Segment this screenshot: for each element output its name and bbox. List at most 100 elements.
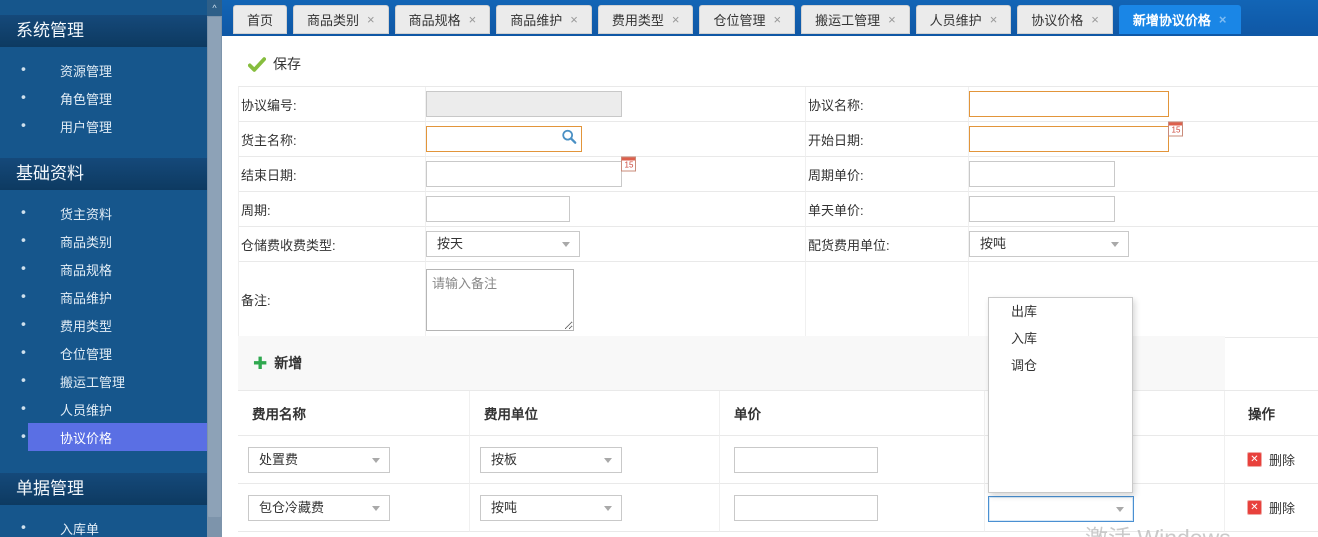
tab-label: 商品规格 xyxy=(409,10,461,29)
close-icon[interactable]: × xyxy=(1091,13,1099,26)
sidebar-item-role-mgmt[interactable]: • 角色管理 xyxy=(0,84,207,112)
sidebar-item-goods-spec[interactable]: • 商品规格 xyxy=(0,255,207,283)
sidebar-item-label: 仓位管理 xyxy=(60,344,112,363)
bullet-icon: • xyxy=(21,400,26,416)
bullet-icon: • xyxy=(21,372,26,388)
remark-textarea[interactable] xyxy=(426,269,574,331)
sidebar-section-basic-data: 基础资料 xyxy=(0,158,207,190)
sidebar-item-label: 角色管理 xyxy=(60,89,112,108)
fee-name-select[interactable]: 处置费 xyxy=(248,447,390,473)
bullet-icon: • xyxy=(21,61,26,77)
tab-home[interactable]: 首页 xyxy=(233,5,287,34)
tab-goods-category[interactable]: 商品类别 × xyxy=(293,5,389,34)
bullet-icon: • xyxy=(21,232,26,248)
delivery-fee-unit-select[interactable]: 按吨 xyxy=(969,231,1129,257)
tab-goods-spec[interactable]: 商品规格 × xyxy=(395,5,491,34)
dropdown-option-transfer[interactable]: 调仓 xyxy=(989,352,1132,379)
sidebar-item-bin-mgmt[interactable]: • 仓位管理 xyxy=(0,339,207,367)
tab-fee-type[interactable]: 费用类型 × xyxy=(598,5,694,34)
close-icon[interactable]: × xyxy=(469,13,477,26)
sidebar-scrollbar[interactable]: ^ xyxy=(207,0,222,537)
calendar-icon[interactable]: 15 xyxy=(1168,121,1183,136)
main-content: 保存 协议编号: 协议名称: 货主名称: 开始日期: xyxy=(222,36,1318,537)
tab-goods-maint[interactable]: 商品维护 × xyxy=(496,5,592,34)
col-action: 操作 xyxy=(1225,391,1318,436)
close-icon[interactable]: × xyxy=(990,13,998,26)
agreement-name-field[interactable] xyxy=(969,91,1169,117)
sidebar-item-agreement-price[interactable]: • 协议价格 xyxy=(0,423,207,451)
close-icon[interactable]: × xyxy=(773,13,781,26)
scroll-up-icon[interactable]: ^ xyxy=(207,0,222,16)
end-date-field[interactable] xyxy=(426,161,622,187)
fee-name-select[interactable]: 包仓冷藏费 xyxy=(248,495,390,521)
sidebar-item-goods-category[interactable]: • 商品类别 xyxy=(0,227,207,255)
fee-unit-select[interactable]: 按吨 xyxy=(480,495,622,521)
plus-icon: ✚ xyxy=(253,355,267,372)
close-icon[interactable]: × xyxy=(1219,13,1227,26)
scrollbar-thumb[interactable] xyxy=(208,17,221,517)
sidebar-item-inbound-order[interactable]: • 入库单 xyxy=(0,514,207,537)
tab-label: 人员维护 xyxy=(930,10,982,29)
delivery-fee-unit-label: 配货费用单位: xyxy=(806,235,890,254)
dropdown-option-outbound[interactable]: 出库 xyxy=(989,298,1132,325)
sidebar-item-fee-type[interactable]: • 费用类型 xyxy=(0,311,207,339)
tab-label: 首页 xyxy=(247,10,273,29)
sidebar-item-label: 资源管理 xyxy=(60,61,112,80)
sidebar-item-personnel-maint[interactable]: • 人员维护 xyxy=(0,395,207,423)
tab-agreement-price[interactable]: 协议价格 × xyxy=(1017,5,1113,34)
unit-price-input[interactable] xyxy=(734,447,878,473)
sidebar-item-label: 人员维护 xyxy=(60,400,112,419)
close-icon[interactable]: × xyxy=(570,13,578,26)
sidebar-item-label: 商品类别 xyxy=(60,232,112,251)
bullet-icon: • xyxy=(21,428,26,444)
tab-bar: 首页 商品类别 × 商品规格 × 商品维护 × 费用类型 × 仓位管理 × 搬运… xyxy=(222,0,1318,36)
save-button[interactable]: 保存 xyxy=(248,54,301,74)
owner-name-field[interactable] xyxy=(426,126,582,152)
fee-table-header: 费用名称 费用单位 单价 操作 xyxy=(238,390,1318,436)
sidebar-item-label: 费用类型 xyxy=(60,316,112,335)
close-icon[interactable]: × xyxy=(367,13,375,26)
sidebar-item-owner-data[interactable]: • 货主资料 xyxy=(0,199,207,227)
fee-table-row: 包仓冷藏费 按吨 ✕ 删除 xyxy=(238,484,1318,532)
unit-price-input[interactable] xyxy=(734,495,878,521)
fee-type-select[interactable] xyxy=(988,496,1134,522)
delete-row-button[interactable]: ✕ 删除 xyxy=(1247,498,1295,517)
tab-label: 新增协议价格 xyxy=(1133,10,1211,29)
fee-table-row: 处置费 按板 ✕ 删除 xyxy=(238,436,1318,484)
calendar-icon[interactable]: 15 xyxy=(621,156,636,171)
sidebar-item-label: 搬运工管理 xyxy=(60,372,125,391)
fee-table: 费用名称 费用单位 单价 操作 处置费 按板 xyxy=(238,390,1318,532)
sidebar-item-porter-mgmt[interactable]: • 搬运工管理 xyxy=(0,367,207,395)
agreement-no-field xyxy=(426,91,622,117)
tab-personnel-maint[interactable]: 人员维护 × xyxy=(916,5,1012,34)
day-price-field[interactable] xyxy=(969,196,1115,222)
agreement-no-label: 协议编号: xyxy=(239,95,297,114)
sidebar-section-doc-mgmt: 单据管理 xyxy=(0,473,207,505)
sidebar-item-resource-mgmt[interactable]: • 资源管理 xyxy=(0,56,207,84)
period-field[interactable] xyxy=(426,196,570,222)
sidebar-item-label: 货主资料 xyxy=(60,204,112,223)
sidebar-item-user-mgmt[interactable]: • 用户管理 xyxy=(0,112,207,140)
fee-unit-select[interactable]: 按板 xyxy=(480,447,622,473)
storage-fee-type-select[interactable]: 按天 xyxy=(426,231,580,257)
tab-porter-mgmt[interactable]: 搬运工管理 × xyxy=(801,5,910,34)
select-value: 按板 xyxy=(491,452,517,467)
start-date-field[interactable] xyxy=(969,126,1169,152)
delete-row-button[interactable]: ✕ 删除 xyxy=(1247,450,1295,469)
delete-icon: ✕ xyxy=(1247,500,1262,515)
tab-new-agreement-price[interactable]: 新增协议价格 × xyxy=(1119,5,1241,34)
dropdown-option-inbound[interactable]: 入库 xyxy=(989,325,1132,352)
tab-label: 商品类别 xyxy=(307,10,359,29)
bullet-icon: • xyxy=(21,288,26,304)
search-icon[interactable] xyxy=(561,129,577,150)
sidebar-item-label: 用户管理 xyxy=(60,117,112,136)
period-price-field[interactable] xyxy=(969,161,1115,187)
delete-label: 删除 xyxy=(1269,498,1295,517)
tab-bin-mgmt[interactable]: 仓位管理 × xyxy=(699,5,795,34)
close-icon[interactable]: × xyxy=(672,13,680,26)
sidebar-item-label: 入库单 xyxy=(60,519,99,537)
sidebar-item-goods-maint[interactable]: • 商品维护 xyxy=(0,283,207,311)
sidebar: 系统管理 • 资源管理 • 角色管理 • 用户管理 基础资料 • 货主资料 • … xyxy=(0,0,207,537)
add-fee-button[interactable]: ✚ 新增 xyxy=(253,353,302,373)
close-icon[interactable]: × xyxy=(888,13,896,26)
